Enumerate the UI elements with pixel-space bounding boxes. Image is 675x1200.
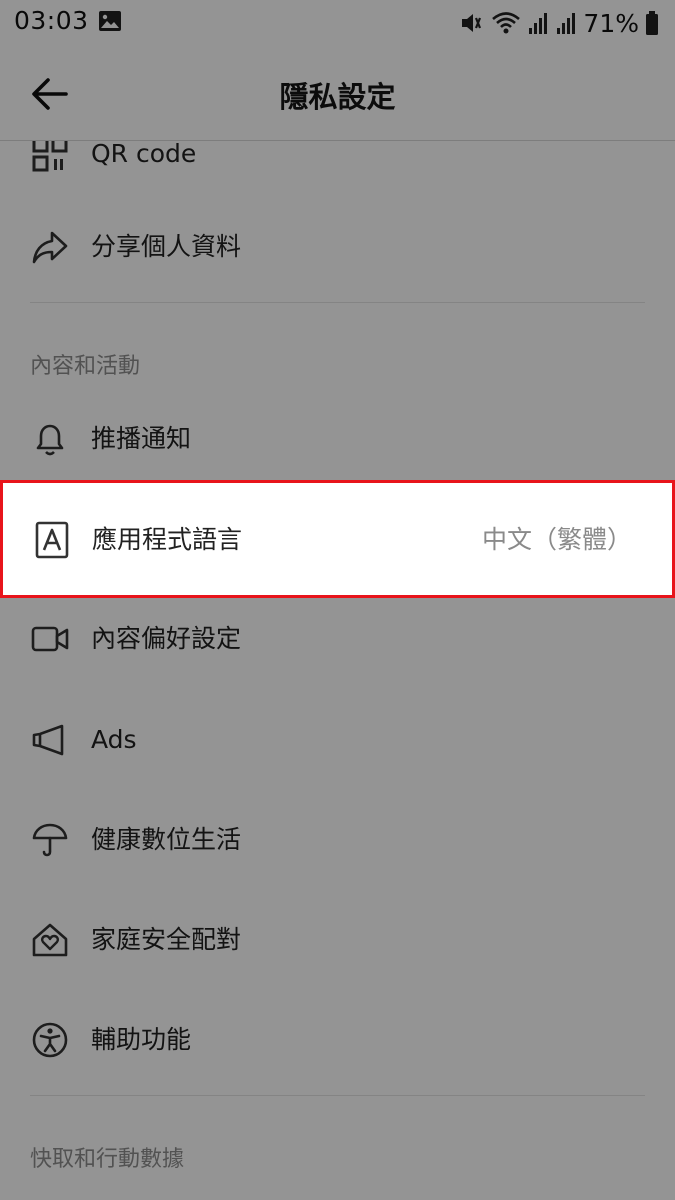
dim-overlay bbox=[0, 0, 675, 1200]
app-language-value: 中文（繁體） bbox=[481, 525, 632, 554]
app-screen: 03:03 71% 隱私設定 QR code 分享個人資料 內容和活動 推播通知… bbox=[0, 0, 675, 1200]
language-icon bbox=[32, 520, 72, 560]
settings-row-app-language[interactable]: 應用程式語言 中文（繁體） bbox=[0, 480, 675, 598]
app-language-label: 應用程式語言 bbox=[92, 525, 243, 554]
